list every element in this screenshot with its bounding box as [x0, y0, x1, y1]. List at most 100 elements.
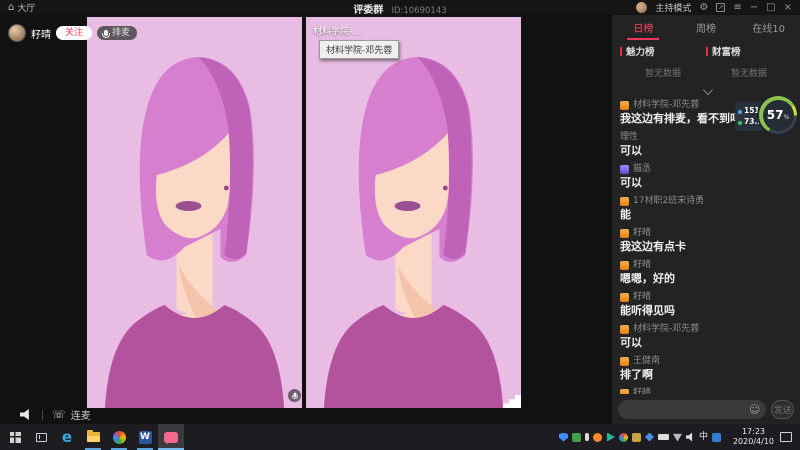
word-app[interactable]: W — [132, 424, 158, 450]
taskview-icon — [35, 432, 47, 442]
video-panel-remote[interactable] — [306, 17, 521, 408]
stream-controls-bar: ☏ 连麦 — [0, 406, 612, 423]
volume-tray-icon[interactable] — [685, 432, 693, 442]
usb-device-icon[interactable] — [631, 432, 641, 442]
chat-username[interactable]: 籽晴 — [633, 260, 651, 271]
upload-speed: 151 — [744, 106, 760, 115]
chat-username[interactable]: 17材职2班宋诗勇 — [633, 196, 704, 207]
tab-label: 日榜 — [633, 24, 654, 35]
follow-button[interactable]: 关注 — [56, 26, 93, 40]
chat-username[interactable]: 王健南 — [633, 356, 660, 367]
usage-percent: 57 — [766, 108, 784, 122]
microphone-icon — [102, 29, 111, 38]
room-id: ID:10690143 — [391, 6, 447, 16]
ime-indicator[interactable]: 中 — [699, 432, 708, 442]
network-monitor-widget[interactable]: 151 KB/s 73.5 KB/s 57 % — [735, 96, 797, 138]
mute-indicator-button[interactable] — [288, 389, 301, 402]
action-center-icon[interactable] — [780, 432, 792, 442]
rank-section: 魅力榜 暂无数据 — [620, 44, 706, 79]
mic-queue-label: 排麦 — [112, 28, 131, 38]
chat-text: 可以 — [620, 144, 642, 157]
edge-browser[interactable]: e — [54, 424, 80, 450]
username-tooltip: 材料学院-邓先蓉 — [319, 40, 400, 59]
rank-empty-text: 暂无数据 — [730, 69, 767, 79]
maximize-button[interactable]: □ — [766, 2, 775, 13]
rank-accent-bar — [620, 46, 622, 56]
host-avatar[interactable] — [8, 24, 26, 42]
room-title: 评委群 — [353, 5, 384, 16]
connect-mic-button[interactable]: 连麦 — [71, 407, 91, 422]
chat-message-list[interactable]: 材料学院-邓先蓉 我这边有排麦，看不到吗？ 理性 可以 猫丞 可以 17材职2班宋诗勇能籽晴… — [612, 94, 800, 394]
level-badge-icon — [620, 261, 629, 270]
chat-username[interactable]: 材料学院-邓先蓉 — [633, 324, 699, 335]
defender-shield-icon[interactable] — [558, 432, 568, 442]
close-button[interactable]: × — [784, 2, 792, 13]
popout-icon[interactable]: ↗ — [716, 3, 726, 12]
word-icon: W — [138, 430, 152, 444]
network-signal-icon[interactable] — [672, 433, 682, 442]
explorer-icon — [86, 430, 100, 442]
chat-text: 排了啊 — [620, 368, 653, 381]
chat-message-header: 猫丞 — [620, 164, 792, 175]
level-badge-icon — [620, 325, 629, 334]
blue-app-icon[interactable] — [711, 432, 721, 442]
chat-username[interactable]: 理性 — [620, 132, 638, 143]
mic-queue-button[interactable]: 排麦 — [97, 26, 138, 40]
usage-gauge: 57 % — [759, 96, 797, 134]
chat-username[interactable]: 材料学院-邓先蓉 — [633, 100, 699, 111]
taskbar-clock[interactable]: 17:23 2020/4/10 — [727, 427, 780, 447]
orange-app-icon[interactable] — [592, 432, 602, 442]
browser-360[interactable] — [106, 424, 132, 450]
start-button[interactable] — [2, 424, 28, 450]
tab-在线10[interactable]: 在线10 — [737, 15, 800, 40]
tab-日榜[interactable]: 日榜 — [612, 15, 675, 40]
host-info-overlay: 籽晴 关注 排麦 — [8, 24, 138, 42]
tab-label: 周榜 — [696, 24, 716, 35]
rank-accent-bar — [706, 46, 708, 56]
chat-message-header: 材料学院-邓先蓉 — [620, 324, 792, 335]
speaker-icon[interactable] — [20, 409, 29, 420]
file-explorer[interactable] — [80, 424, 106, 450]
collapse-button[interactable] — [612, 79, 800, 96]
rank-title-text: 财富榜 — [712, 47, 741, 58]
task-view-button[interactable] — [28, 424, 54, 450]
emoji-icon[interactable]: ☺ — [749, 404, 760, 415]
level-badge-icon — [620, 165, 629, 174]
media-player-icon[interactable] — [607, 432, 615, 442]
clock-date: 2020/4/10 — [732, 437, 774, 446]
chat-message: 王健南 排了啊 — [620, 356, 792, 381]
chat-username[interactable]: 籽晴 — [633, 292, 651, 303]
chat-message: 籽晴稍等 — [620, 388, 792, 394]
divider — [42, 409, 43, 420]
menu-icon[interactable]: ≡ — [733, 2, 741, 13]
minimize-button[interactable]: − — [750, 2, 758, 13]
chat-username[interactable]: 籽晴 — [633, 388, 651, 394]
battery-icon[interactable] — [657, 434, 669, 440]
microphone-icon — [291, 392, 298, 399]
upload-dot-icon — [738, 109, 742, 114]
chat-app[interactable] — [158, 424, 184, 450]
chat-icon — [164, 431, 178, 443]
user-avatar[interactable] — [636, 2, 648, 13]
colorful-app-icon[interactable] — [618, 432, 628, 442]
green-app-icon[interactable] — [571, 432, 581, 442]
video-panel-local[interactable] — [87, 17, 302, 408]
chat-input[interactable] — [624, 403, 749, 415]
level-badge-icon — [620, 389, 629, 394]
lobby-nav[interactable]: ⌂ 大厅 — [0, 1, 35, 14]
chat-username[interactable]: 籽晴 — [633, 228, 651, 239]
settings-icon[interactable]: ⚙ — [699, 2, 708, 13]
microphone-tray-icon[interactable] — [584, 433, 589, 441]
level-badge-icon — [620, 101, 629, 110]
chat-text: 可以 — [620, 176, 642, 189]
usage-percent-unit: % — [783, 113, 790, 121]
send-button[interactable]: 发送 — [771, 399, 794, 419]
chat-text: 能听得见吗 — [620, 304, 675, 317]
host-mode-label[interactable]: 主持模式 — [655, 1, 691, 14]
video-stage — [0, 15, 612, 424]
tab-周榜[interactable]: 周榜 — [675, 15, 738, 40]
avatar-illustration — [306, 17, 521, 408]
chat-username[interactable]: 猫丞 — [633, 164, 651, 175]
phone-icon[interactable]: ☏ — [52, 409, 66, 420]
bluetooth-icon[interactable] — [644, 432, 654, 442]
